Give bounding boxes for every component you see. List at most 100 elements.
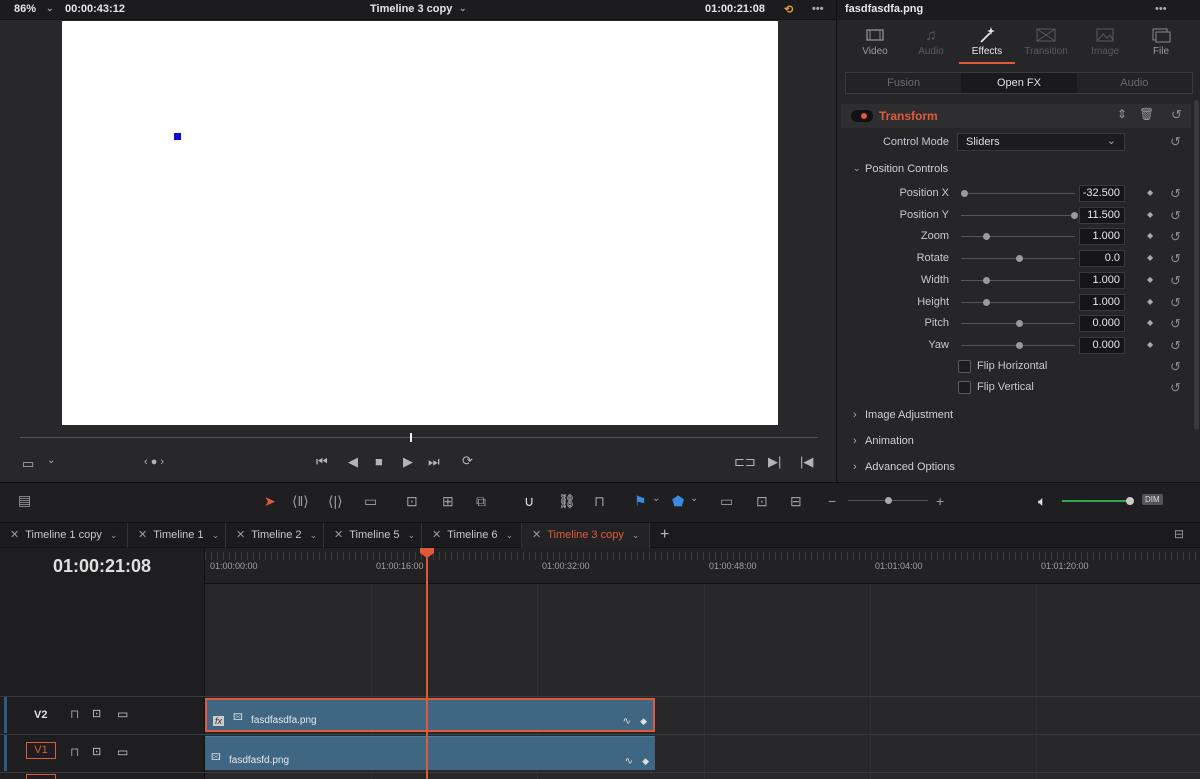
track-name-a1[interactable] — [26, 774, 56, 779]
chevron-down-icon[interactable]: ⌄ — [690, 493, 698, 504]
slider-knob[interactable] — [1071, 212, 1078, 219]
tab-image[interactable]: Image — [1077, 24, 1133, 57]
tab-file[interactable]: File — [1133, 24, 1189, 57]
timeline-options-icon[interactable]: ⊟ — [1174, 527, 1184, 541]
dim-button[interactable]: DIM — [1142, 494, 1163, 505]
keyframe-icon[interactable]: ◆ — [640, 716, 647, 727]
keyframe-icon[interactable]: ◆ — [642, 756, 649, 767]
param-value-field[interactable]: 1.000 — [1079, 294, 1125, 311]
flag-icon[interactable]: ⚑ — [634, 493, 647, 510]
auto-select-icon[interactable]: ⊡ — [92, 745, 101, 758]
auto-select-icon[interactable]: ⊡ — [92, 707, 101, 720]
chevron-down-icon[interactable]: ⌄ — [47, 455, 55, 466]
tab-timeline-1-copy[interactable]: ✕ Timeline 1 copy ⌄ — [0, 523, 128, 548]
keyframe-icon[interactable]: ◆ — [1147, 318, 1153, 327]
tab-timeline-2[interactable]: ✕ Timeline 2 ⌄ — [226, 523, 324, 548]
keyframe-icon[interactable]: ◆ — [1147, 340, 1153, 349]
transform-toggle[interactable] — [851, 110, 873, 122]
param-value-field[interactable]: 1.000 — [1079, 272, 1125, 289]
zoom-out-icon[interactable]: − — [828, 493, 836, 509]
subtab-fusion[interactable]: Fusion — [846, 73, 961, 93]
prev-next-nav-icon[interactable]: ‹ ● › — [144, 456, 164, 468]
param-slider[interactable] — [961, 190, 1075, 197]
chevron-right-icon[interactable]: › — [853, 435, 857, 447]
viewer-canvas[interactable] — [62, 21, 778, 425]
close-icon[interactable]: ✕ — [432, 529, 441, 541]
zoom-custom-icon[interactable]: ⊟ — [790, 493, 802, 510]
lock-icon[interactable]: ⊓ — [70, 707, 79, 721]
layout-icon[interactable]: ▤ — [18, 492, 31, 509]
position-controls-header[interactable]: Position Controls — [865, 163, 948, 175]
slider-knob[interactable] — [1016, 320, 1023, 327]
clip-v2[interactable]: fx 🖾 fasdfasdfa.png ∿ ◆ — [205, 698, 655, 732]
param-slider[interactable] — [961, 299, 1075, 306]
section-advanced-options[interactable]: Advanced Options — [865, 461, 955, 473]
slider-knob[interactable] — [1016, 255, 1023, 262]
sync-icon[interactable]: ⟲ — [784, 3, 793, 16]
reset-icon[interactable]: ↺ — [1170, 229, 1181, 245]
viewer-scrub-handle[interactable] — [410, 433, 412, 442]
selection-tool-icon[interactable]: ➤ — [264, 493, 276, 510]
keyframe-icon[interactable]: ◆ — [1147, 253, 1153, 262]
param-slider[interactable] — [961, 212, 1078, 219]
inspector-scrollbar[interactable] — [1194, 100, 1199, 430]
trash-icon[interactable]: 🗑 — [1139, 107, 1154, 121]
stop-icon[interactable]: ■ — [375, 454, 383, 469]
chevron-down-icon[interactable]: ⌄ — [652, 493, 660, 504]
keyframe-icon[interactable]: ◆ — [1147, 210, 1153, 219]
reset-icon[interactable]: ↺ — [1170, 186, 1181, 202]
track-name-v1[interactable]: V1 — [26, 742, 56, 759]
more-options-icon[interactable]: ••• — [812, 3, 824, 15]
slider-knob[interactable] — [983, 277, 990, 284]
subtab-audio[interactable]: Audio — [1077, 73, 1192, 93]
insert-clip-icon[interactable]: ⊡ — [406, 493, 418, 510]
param-value-field[interactable]: 1.000 — [1079, 228, 1125, 245]
flip-vertical-checkbox[interactable] — [958, 381, 971, 394]
timeline-ruler[interactable]: 01:00:00:00 01:00:16:00 01:00:32:00 01:0… — [205, 548, 1200, 584]
zoom-in-icon[interactable]: + — [936, 493, 944, 509]
replace-clip-icon[interactable]: ⧉ — [476, 493, 486, 510]
chevron-down-icon[interactable]: ⌄ — [46, 3, 54, 14]
lock-icon[interactable]: ⊓ — [594, 493, 605, 510]
param-value-field[interactable]: -32.500 — [1079, 185, 1125, 202]
match-frame-icon[interactable]: ⊏⊐ — [734, 454, 756, 470]
param-slider[interactable] — [961, 342, 1075, 349]
chevron-down-icon[interactable]: ⌄ — [506, 530, 514, 540]
keyframe-icon[interactable]: ◆ — [1147, 231, 1153, 240]
dynamic-trim-icon[interactable]: ⟨|⟩ — [328, 493, 343, 510]
tab-timeline-1[interactable]: ✕ Timeline 1 ⌄ — [128, 523, 226, 548]
link-icon[interactable]: ⛓ — [558, 493, 576, 510]
subtab-open-fx[interactable]: Open FX — [961, 73, 1077, 93]
zoom-full-icon[interactable]: ▭ — [720, 493, 733, 510]
tab-timeline-6[interactable]: ✕ Timeline 6 ⌄ — [422, 523, 522, 548]
volume-slider[interactable] — [1062, 497, 1134, 505]
close-icon[interactable]: ✕ — [236, 529, 245, 541]
reset-icon[interactable]: ↺ — [1170, 380, 1181, 396]
close-icon[interactable]: ✕ — [334, 529, 343, 541]
chevron-right-icon[interactable]: › — [853, 461, 857, 473]
chevron-right-icon[interactable]: › — [853, 409, 857, 421]
section-image-adjustment[interactable]: Image Adjustment — [865, 409, 953, 421]
clip-v1[interactable]: 🖾 fasdfasfd.png ∿ ◆ — [205, 736, 655, 770]
loop-icon[interactable]: ⟳ — [462, 453, 473, 469]
play-reverse-icon[interactable]: ◀ — [348, 454, 358, 470]
snapping-icon[interactable]: ∪ — [524, 493, 534, 510]
viewer-scrub-bar[interactable] — [20, 437, 818, 438]
slider-knob[interactable] — [1016, 342, 1023, 349]
curve-icon[interactable]: ∿ — [625, 756, 633, 767]
track-visibility-icon[interactable]: ▭ — [117, 707, 128, 721]
param-slider[interactable] — [961, 233, 1075, 240]
section-animation[interactable]: Animation — [865, 435, 914, 447]
skip-to-start-icon[interactable]: ⏮ — [316, 454, 328, 470]
reset-icon[interactable]: ↺ — [1170, 295, 1181, 311]
keyframe-icon[interactable]: ◆ — [1147, 275, 1153, 284]
speaker-icon[interactable]: 🔈︎ — [1038, 493, 1046, 510]
play-icon[interactable]: ▶ — [403, 454, 413, 470]
chevron-down-icon[interactable]: ⌄ — [853, 163, 861, 174]
keyframe-icon[interactable]: ◆ — [1147, 188, 1153, 197]
param-slider[interactable] — [961, 255, 1075, 262]
reset-icon[interactable]: ↺ — [1170, 359, 1181, 375]
slider-knob[interactable] — [983, 299, 990, 306]
more-options-icon[interactable]: ••• — [1155, 3, 1167, 15]
param-slider[interactable] — [961, 320, 1075, 327]
